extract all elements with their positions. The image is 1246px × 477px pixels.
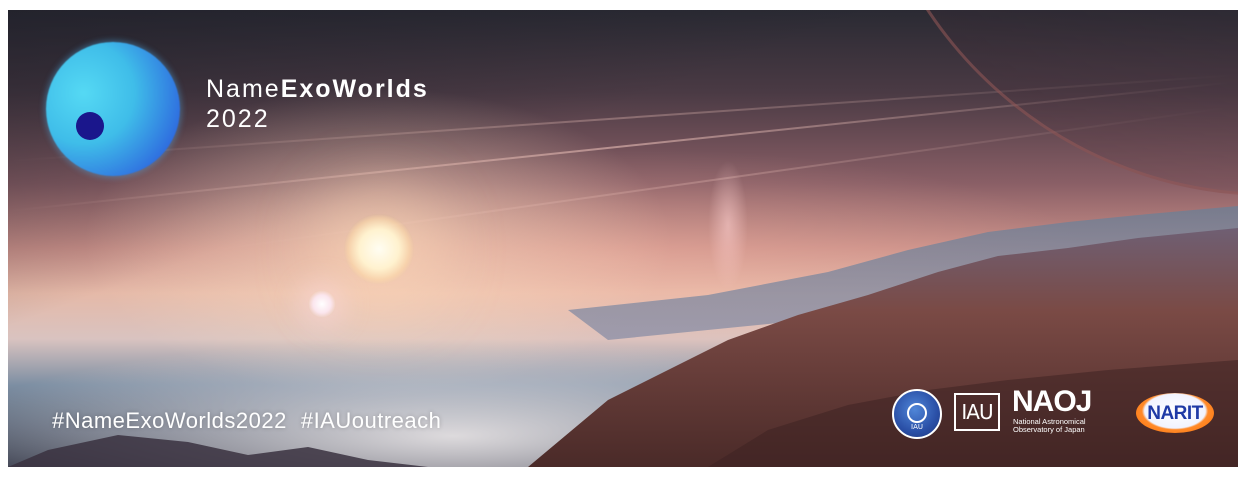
title-light: Name xyxy=(206,75,281,103)
title-line: NameExoWorlds xyxy=(206,74,429,104)
naoj-wordmark: NAOJ xyxy=(1012,385,1092,418)
narit-wordmark: NARIT xyxy=(1147,403,1203,424)
banner-image: NameExoWorlds 2022 #NameExoWorlds2022 #IA… xyxy=(8,10,1238,467)
hashtag-iauoutreach: #IAUoutreach xyxy=(300,408,442,433)
hashtags: #NameExoWorlds2022 #IAUoutreach xyxy=(52,408,441,434)
iau-logo: IAU xyxy=(954,393,1000,431)
title-bold: ExoWorlds xyxy=(280,75,429,103)
narit-logo: NARIT xyxy=(1136,393,1214,433)
seal-ring xyxy=(907,403,927,423)
partner-logos: IAU IAU NAOJ National Astronomical Obser… xyxy=(892,385,1217,440)
hashtag-nameexoworlds: #NameExoWorlds2022 xyxy=(52,408,287,433)
iau-seal-text: IAU xyxy=(911,423,923,431)
logo-dot xyxy=(76,112,104,140)
naoj-subtitle: National Astronomical Observatory of Jap… xyxy=(1013,418,1086,434)
naoj-subtitle-line2: Observatory of Japan xyxy=(1013,425,1085,434)
title-year: 2022 xyxy=(206,105,270,133)
naoj-logo: NAOJ National Astronomical Observatory o… xyxy=(1012,385,1122,440)
nameexoworlds-logo-circle xyxy=(46,42,180,176)
iau-seal-logo: IAU xyxy=(892,389,942,439)
event-title: NameExoWorlds 2022 xyxy=(206,74,429,134)
